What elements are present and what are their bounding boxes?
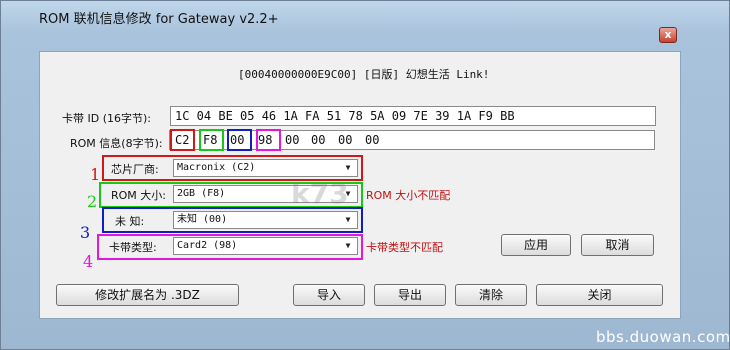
card-id-label: 卡带 ID (16字节): — [62, 112, 151, 125]
chevron-down-icon: ▼ — [345, 215, 351, 224]
cancel-button[interactable]: 取消 — [581, 234, 654, 256]
window-title: ROM 联机信息修改 for Gateway v2.2+ — [39, 12, 279, 27]
card-type-select[interactable]: Card2 (98) ▼ — [173, 237, 358, 255]
rom-info-label: ROM 信息(8字节): — [70, 137, 163, 150]
apply-button[interactable]: 应用 — [501, 234, 571, 256]
app-window: ROM 联机信息修改 for Gateway v2.2+ x [00040000… — [0, 0, 730, 350]
unknown-label: 未 知: — [115, 215, 145, 228]
annotation-number-3: 3 — [80, 223, 91, 242]
rom-size-warning: ROM 大小不匹配 — [366, 189, 451, 202]
site-watermark: bbs.duowan.com — [596, 328, 730, 346]
rom-byte-4: 00 — [285, 133, 300, 147]
rom-byte-5: 00 — [311, 133, 326, 147]
rom-size-label: ROM 大小: — [111, 189, 166, 202]
unknown-select[interactable]: 未知 (00) ▼ — [173, 211, 358, 229]
unknown-value: 未知 (00) — [177, 214, 228, 225]
rename-extension-button[interactable]: 修改扩展名为 .3DZ — [56, 284, 239, 306]
chevron-down-icon: ▼ — [345, 163, 351, 172]
card-type-value: Card2 (98) — [177, 240, 238, 251]
chip-vendor-select[interactable]: Macronix (C2) ▼ — [173, 159, 358, 177]
card-type-warning: 卡带类型不匹配 — [366, 241, 443, 254]
rom-size-value: 2GB (F8) — [177, 188, 226, 199]
import-button[interactable]: 导入 — [293, 284, 365, 306]
game-title: [00040000000E9C00] [日版] 幻想生活 Link! — [238, 68, 490, 81]
chevron-down-icon: ▼ — [345, 241, 351, 250]
byte-highlight-green — [199, 129, 224, 151]
title-bar[interactable]: ROM 联机信息修改 for Gateway v2.2+ — [1, 1, 729, 31]
annotation-number-4: 4 — [83, 252, 94, 271]
export-button[interactable]: 导出 — [374, 284, 446, 306]
rom-byte-6: 00 — [338, 133, 353, 147]
close-button[interactable]: 关闭 — [536, 284, 663, 306]
byte-highlight-red — [170, 129, 195, 151]
byte-highlight-blue — [227, 129, 252, 151]
rom-byte-7: 00 — [365, 133, 380, 147]
card-type-label: 卡带类型: — [109, 241, 157, 254]
byte-highlight-magenta — [256, 129, 281, 151]
annotation-number-2: 2 — [87, 192, 98, 211]
chip-vendor-label: 芯片厂商: — [111, 163, 159, 176]
close-icon[interactable]: x — [659, 27, 677, 43]
card-id-field[interactable]: 1C 04 BE 05 46 1A FA 51 78 5A 09 7E 39 1… — [170, 106, 656, 126]
chip-vendor-value: Macronix (C2) — [177, 162, 256, 173]
clear-button[interactable]: 清除 — [455, 284, 527, 306]
k73-watermark: k73 — [291, 177, 349, 210]
